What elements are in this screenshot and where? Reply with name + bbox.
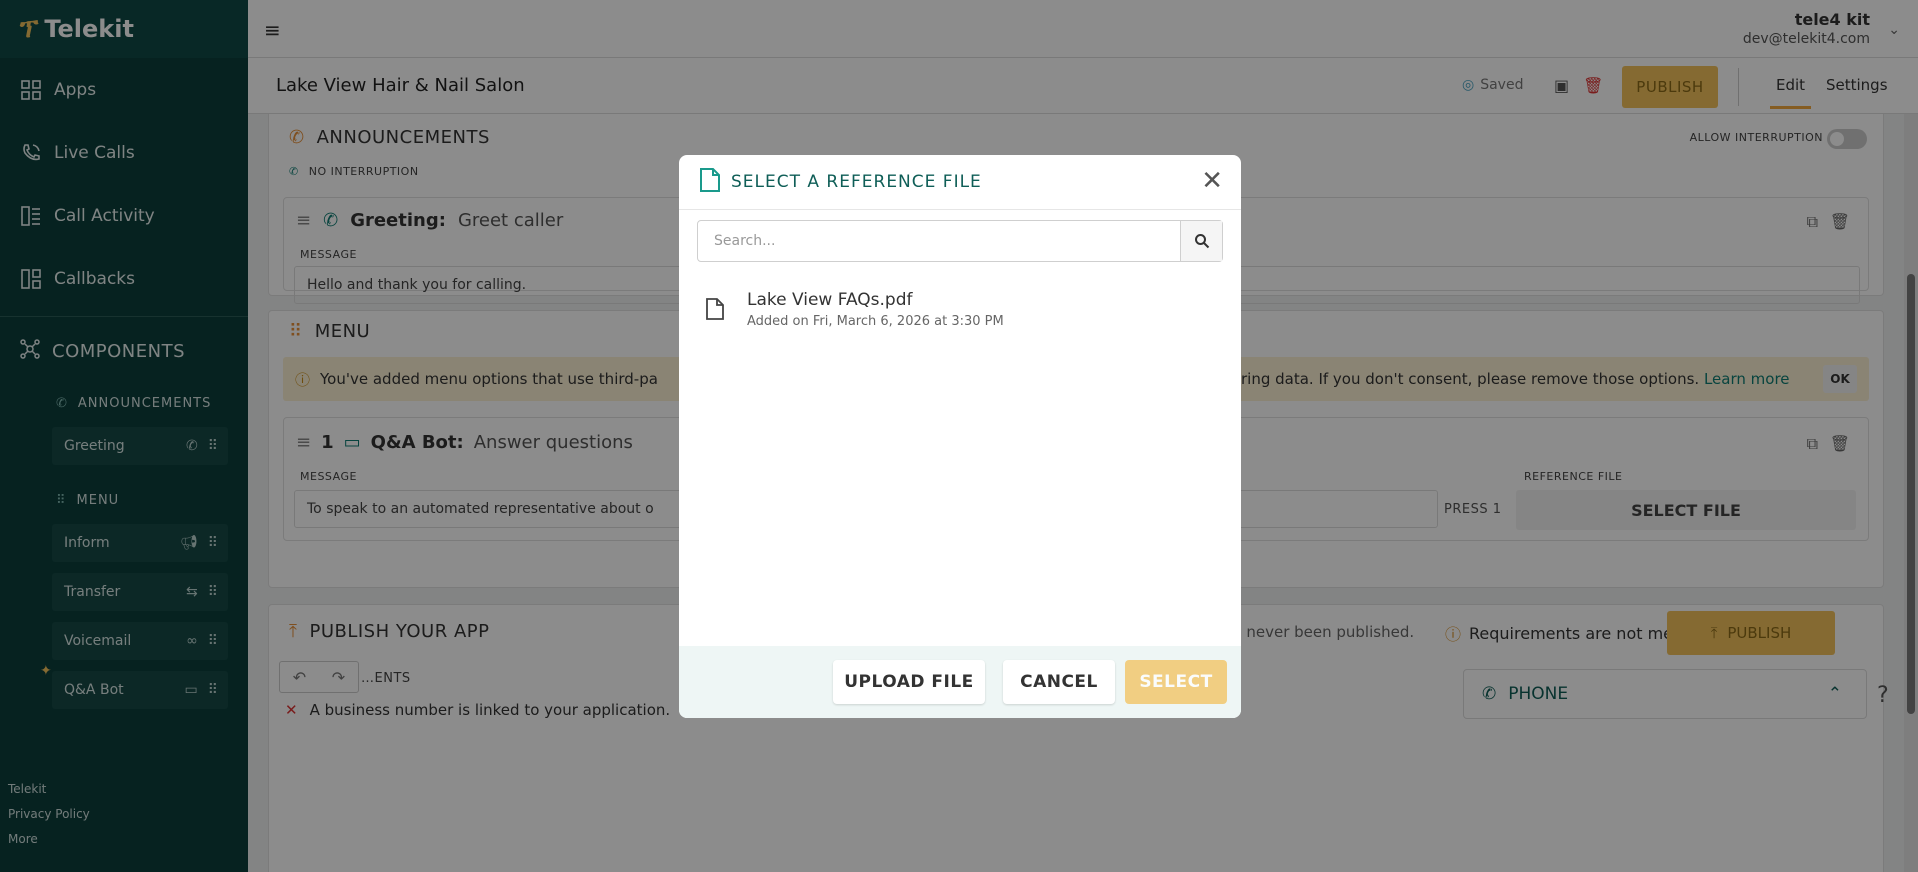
file-added-date: Added on Fri, March 6, 2026 at 3:30 PM <box>747 313 1004 329</box>
cancel-button[interactable]: CANCEL <box>1003 660 1115 704</box>
dialog-footer: UPLOAD FILE CANCEL SELECT <box>679 646 1241 718</box>
upload-file-button[interactable]: UPLOAD FILE <box>833 660 985 704</box>
file-icon <box>699 167 721 197</box>
file-list-item[interactable]: Lake View FAQs.pdf Added on Fri, March 6… <box>697 281 1223 337</box>
file-search <box>697 220 1223 262</box>
select-reference-file-dialog: SELECT A REFERENCE FILE ✕ Lake View FAQs… <box>679 155 1241 718</box>
select-button[interactable]: SELECT <box>1125 660 1227 704</box>
search-button[interactable] <box>1180 221 1222 261</box>
file-name: Lake View FAQs.pdf <box>747 289 913 310</box>
dialog-header: SELECT A REFERENCE FILE ✕ <box>679 155 1241 210</box>
dialog-title: SELECT A REFERENCE FILE <box>731 172 982 192</box>
search-icon <box>1194 234 1209 249</box>
close-icon[interactable]: ✕ <box>1201 168 1223 194</box>
search-input[interactable] <box>698 221 1178 261</box>
file-info: Lake View FAQs.pdf Added on Fri, March 6… <box>747 290 1004 329</box>
document-icon <box>697 297 733 321</box>
